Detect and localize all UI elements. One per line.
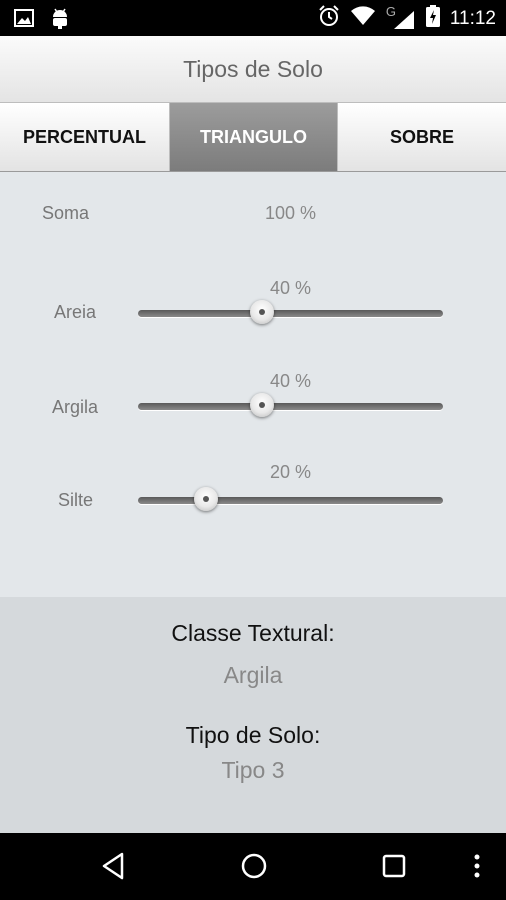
clock: 11:12 xyxy=(449,7,496,29)
tab-bar: PERCENTUAL TRIANGULO SOBRE xyxy=(0,103,506,172)
slider-track xyxy=(138,403,443,410)
sum-value: 100 % xyxy=(265,203,317,223)
argila-slider-thumb[interactable] xyxy=(250,393,275,417)
slider-track xyxy=(138,310,443,317)
textural-class-value: Argila xyxy=(223,662,283,688)
tab-triangulo[interactable]: TRIANGULO xyxy=(170,103,338,171)
areia-slider[interactable] xyxy=(138,300,443,326)
silte-slider-thumb[interactable] xyxy=(194,487,219,511)
android-icon xyxy=(50,7,70,34)
areia-label: Areia xyxy=(54,302,97,322)
soil-type-label: Tipo de Solo: xyxy=(185,722,321,748)
navigation-bar xyxy=(0,833,506,900)
tab-percentual[interactable]: PERCENTUAL xyxy=(0,103,170,171)
wifi-icon xyxy=(350,6,376,31)
image-icon xyxy=(14,9,34,32)
status-bar: G 11:12 xyxy=(0,0,506,36)
sum-label: Soma xyxy=(42,203,90,223)
areia-value: 40 % xyxy=(270,278,312,298)
battery-charging-icon xyxy=(425,5,440,32)
result-panel: Classe Textural: Argila Tipo de Solo: Ti… xyxy=(0,597,506,833)
title-bar: Tipos de Solo xyxy=(0,36,506,103)
recents-icon[interactable] xyxy=(381,851,407,886)
areia-slider-thumb[interactable] xyxy=(250,300,275,324)
composition-panel: Soma 100 % 40 % Areia 40 % Argila 20 % S… xyxy=(0,172,506,597)
argila-label: Argila xyxy=(52,397,99,417)
tab-sobre[interactable]: SOBRE xyxy=(338,103,506,171)
silte-slider[interactable] xyxy=(138,487,443,513)
page-title: Tipos de Solo xyxy=(183,56,323,82)
overflow-menu-icon[interactable] xyxy=(472,851,482,886)
textural-class-label: Classe Textural: xyxy=(171,620,335,646)
alarm-icon xyxy=(318,5,340,32)
signal-icon: G xyxy=(386,4,416,31)
silte-label: Silte xyxy=(58,490,94,510)
slider-track xyxy=(138,497,443,504)
soil-type-value: Tipo 3 xyxy=(221,757,285,783)
home-icon[interactable] xyxy=(240,851,268,886)
back-icon[interactable] xyxy=(100,851,126,886)
silte-value: 20 % xyxy=(270,462,312,482)
argila-slider[interactable] xyxy=(138,393,443,419)
argila-value: 40 % xyxy=(270,371,312,391)
